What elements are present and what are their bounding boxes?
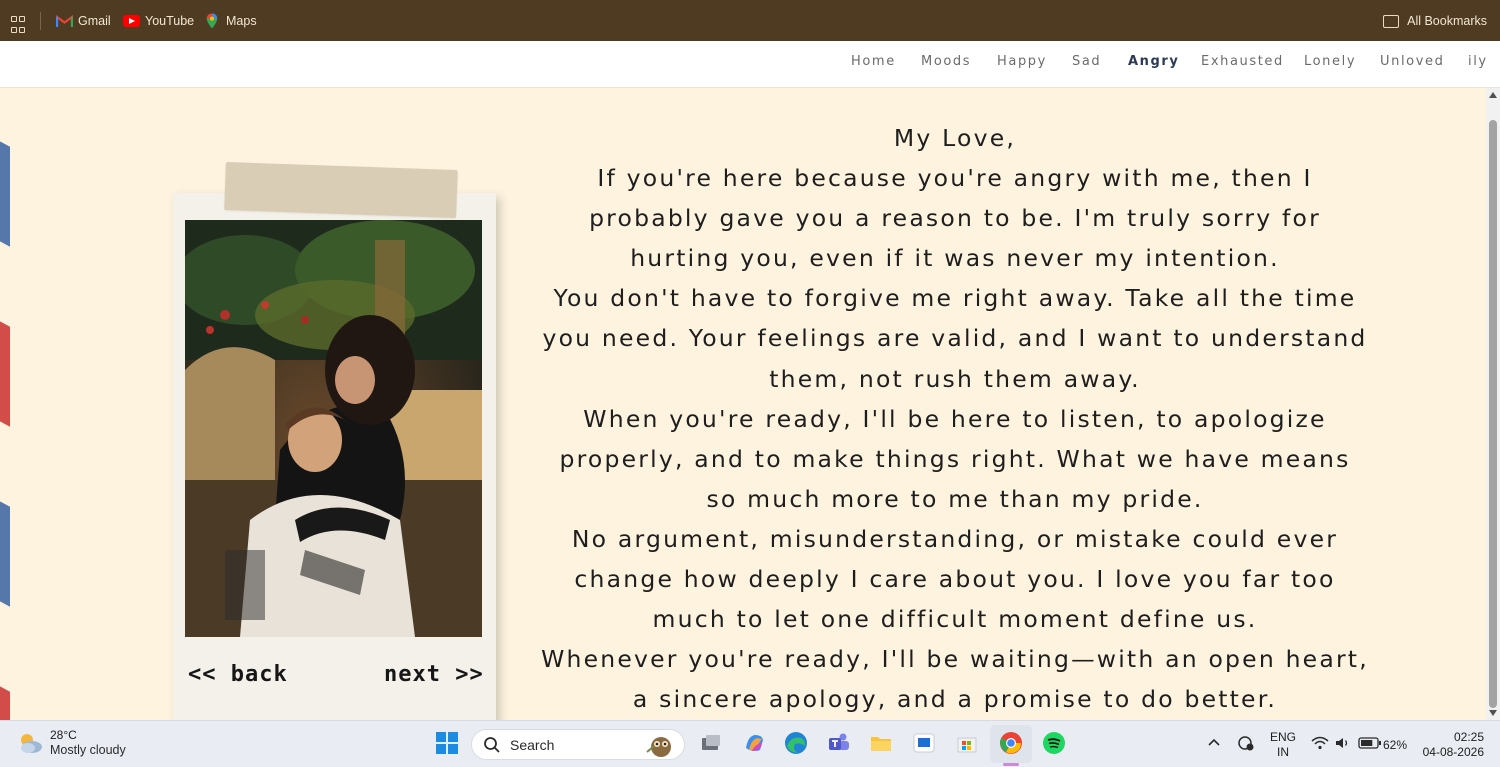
nav-happy[interactable]: Happy (997, 54, 1047, 69)
task-view-icon[interactable] (698, 730, 724, 756)
scroll-up-arrow-icon[interactable] (1489, 92, 1497, 98)
owl-search-highlight-icon (646, 737, 671, 757)
nav-exhausted[interactable]: Exhausted (1201, 54, 1284, 69)
spotify-icon[interactable] (1041, 730, 1067, 756)
weather-condition: Mostly cloudy (50, 743, 126, 757)
airmail-stripe (0, 139, 10, 247)
letter-page: << back next >> My Love, If you're here … (0, 88, 1472, 720)
back-button[interactable]: << back (188, 662, 288, 687)
bookmark-label: YouTube (145, 14, 195, 28)
taskbar: 28°C Mostly cloudy Search ENG IN 62% 02:… (0, 720, 1500, 767)
region-code: IN (1277, 745, 1289, 759)
nav-moods[interactable]: Moods (921, 54, 971, 69)
letter-greeting: My Love, (893, 124, 1017, 152)
all-bookmarks-label: All Bookmarks (1407, 14, 1487, 28)
scrollbar-thumb[interactable] (1489, 120, 1497, 708)
nav-unloved[interactable]: Unloved (1380, 54, 1444, 69)
microsoft-store-icon[interactable] (954, 730, 980, 756)
volume-icon[interactable] (1333, 733, 1353, 753)
bookmark-maps[interactable]: Maps (206, 11, 257, 31)
page-scrollbar[interactable] (1486, 88, 1500, 720)
language-indicator[interactable]: ENG IN (1270, 730, 1296, 760)
file-explorer-icon[interactable] (868, 730, 894, 756)
edge-browser-icon[interactable] (783, 730, 809, 756)
letter-paragraph: If you're here because you're angry with… (589, 164, 1321, 273)
security-status-icon[interactable] (1236, 733, 1256, 753)
battery-percent: 62% (1383, 738, 1408, 752)
copilot-icon[interactable] (741, 730, 767, 756)
airmail-stripe (0, 499, 10, 607)
taskbar-search[interactable]: Search (471, 729, 685, 760)
letter-text: My Love, If you're here because you're a… (540, 118, 1370, 719)
letter-paragraph: When you're ready, I'll be here to liste… (559, 404, 1351, 513)
clock[interactable]: 02:25 04-08-2026 (1420, 730, 1484, 760)
nav-angry[interactable]: Angry (1128, 54, 1180, 69)
chrome-icon[interactable] (998, 730, 1024, 756)
bookmarks-bar: Gmail YouTube Maps All Bookmarks (0, 0, 1500, 41)
partly-cloudy-icon (21, 734, 42, 753)
maps-icon (206, 13, 218, 29)
battery-icon[interactable] (1358, 735, 1382, 751)
teams-icon[interactable] (826, 730, 852, 756)
folder-icon (1383, 14, 1400, 28)
nav-lonely[interactable]: Lonely (1304, 54, 1356, 69)
chrome-running-indicator (1003, 763, 1019, 766)
windows-start-icon[interactable] (434, 730, 460, 756)
nav-ily[interactable]: ily (1468, 54, 1488, 69)
search-label: Search (510, 736, 555, 753)
clock-date: 04-08-2026 (1422, 745, 1484, 759)
couple-photo (185, 220, 482, 637)
letter-paragraph: No argument, misunderstanding, or mistak… (571, 524, 1339, 634)
apps-grid-icon[interactable] (11, 14, 25, 34)
weather-widget[interactable]: 28°C Mostly cloudy (16, 728, 126, 758)
bookmark-label: Gmail (78, 14, 111, 28)
letter-paragraph: You don't have to forgive me right away.… (542, 284, 1368, 393)
airmail-stripe (0, 319, 10, 427)
all-bookmarks-button[interactable]: All Bookmarks (1383, 11, 1487, 31)
nav-sad[interactable]: Sad (1072, 54, 1101, 69)
bookmark-label: Maps (226, 14, 257, 28)
clock-time: 02:25 (1453, 730, 1484, 744)
bookmark-gmail[interactable]: Gmail (56, 11, 111, 31)
language-code: ENG (1270, 730, 1297, 744)
site-nav: Home Moods Happy Sad Angry Exhausted Lon… (0, 41, 1500, 88)
chevron-up-icon[interactable] (1204, 733, 1224, 753)
airmail-stripe (0, 684, 10, 720)
youtube-icon (123, 15, 140, 27)
bookmarks-separator (40, 12, 41, 30)
nav-home[interactable]: Home (851, 54, 896, 69)
gmail-icon (56, 14, 73, 27)
letter-paragraph: Whenever you're ready, I'll be waiting—w… (541, 645, 1369, 714)
weather-temperature: 28°C (50, 728, 77, 742)
next-button[interactable]: next >> (384, 662, 484, 687)
scroll-down-arrow-icon[interactable] (1489, 710, 1497, 716)
tape-strip (224, 161, 458, 219)
bookmark-youtube[interactable]: YouTube (123, 11, 194, 31)
search-icon (484, 736, 500, 753)
wifi-icon[interactable] (1310, 733, 1330, 753)
remote-desktop-icon[interactable] (911, 730, 937, 756)
